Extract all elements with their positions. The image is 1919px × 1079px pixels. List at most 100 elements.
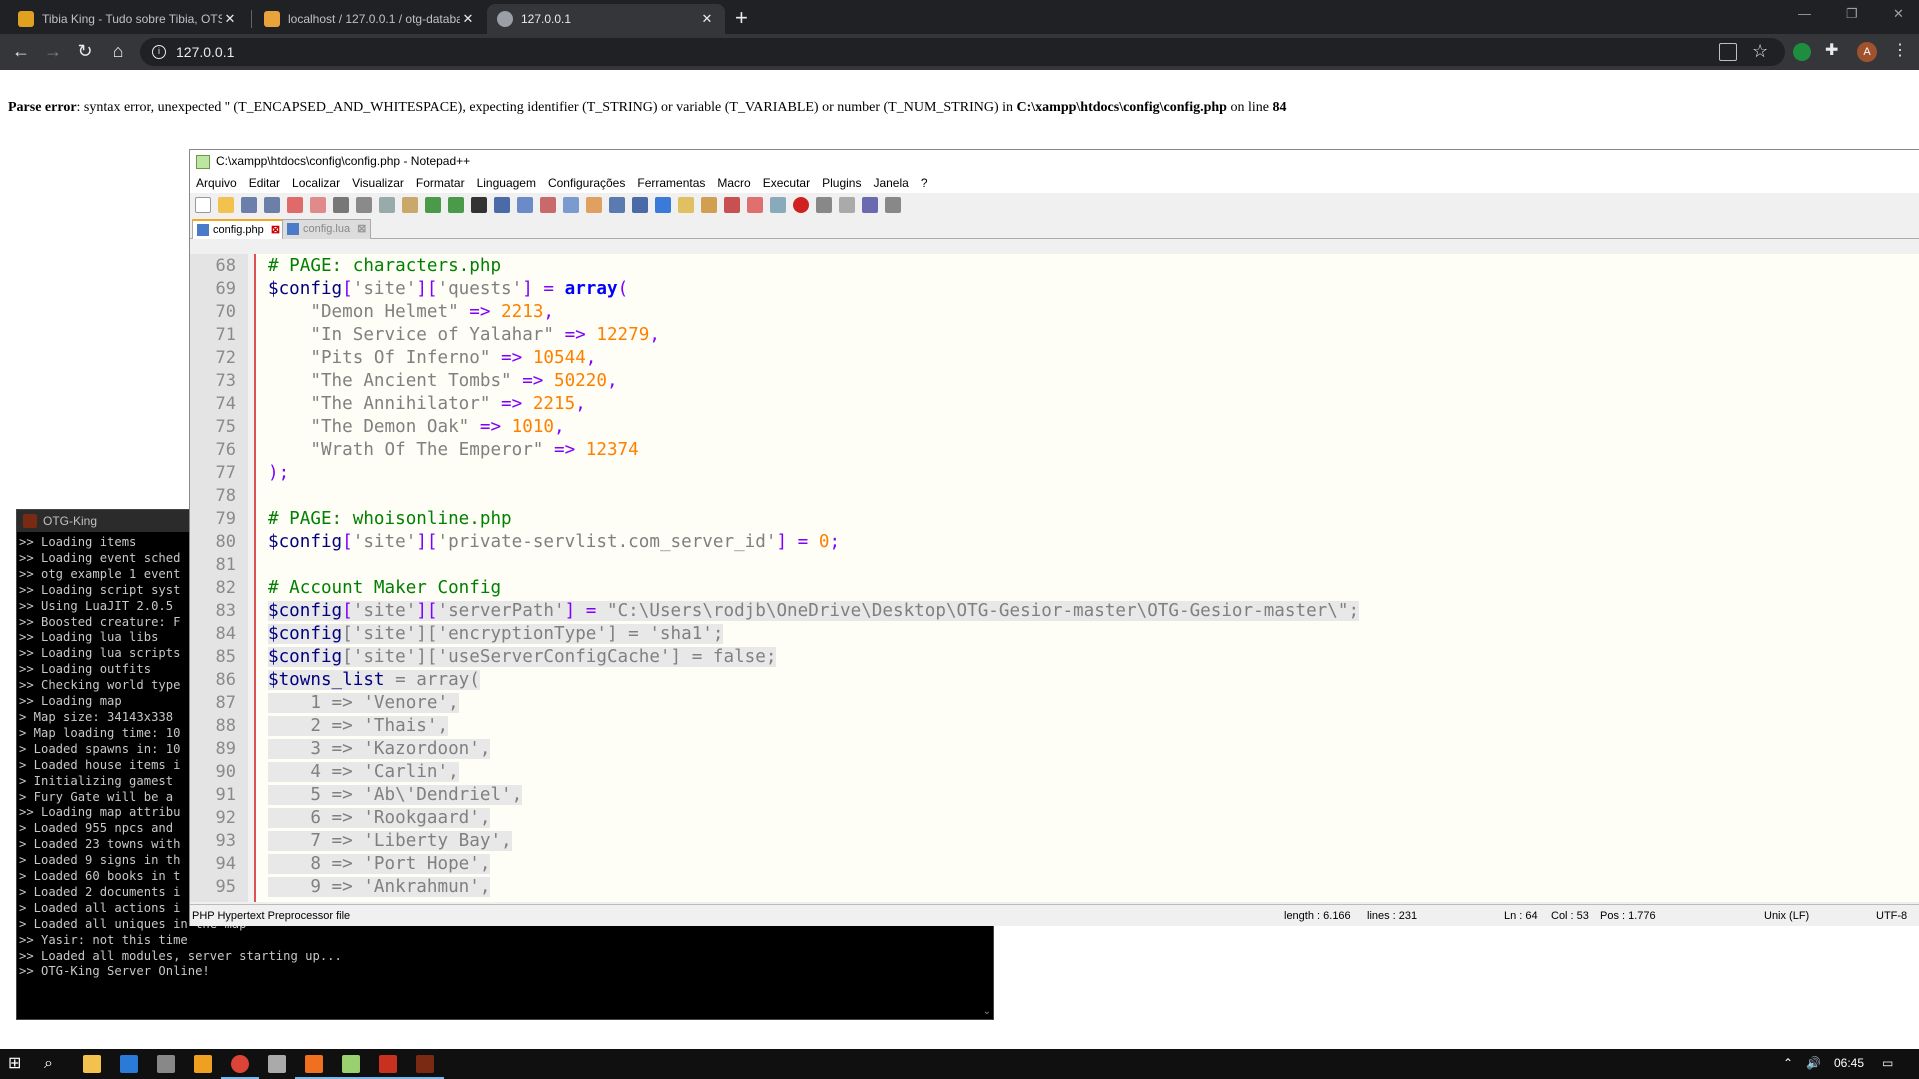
close-tab-icon[interactable]: ✕ — [699, 11, 715, 27]
site-info-icon[interactable]: i — [152, 45, 166, 59]
windows-start-icon[interactable]: ⊞ — [8, 1055, 26, 1073]
notification-icon[interactable]: ▭ — [1882, 1056, 1893, 1070]
close-file-icon[interactable] — [287, 197, 303, 213]
menu-item[interactable]: Macro — [711, 176, 756, 190]
file-explorer-icon[interactable] — [83, 1055, 101, 1073]
menu-item[interactable]: Formatar — [410, 176, 471, 190]
print-icon[interactable] — [333, 197, 349, 213]
menu-kebab-icon[interactable]: ⋮ — [1891, 43, 1909, 61]
reload-icon[interactable]: ↻ — [73, 41, 97, 62]
extensions-puzzle-icon[interactable]: ✚ — [1825, 43, 1843, 61]
translate-icon[interactable] — [1719, 43, 1737, 61]
close-all-icon[interactable] — [310, 197, 326, 213]
stop-macro-icon[interactable] — [816, 197, 832, 213]
menu-item[interactable]: Visualizar — [346, 176, 410, 190]
undo-icon[interactable] — [425, 197, 441, 213]
notepad-icon[interactable] — [268, 1055, 286, 1073]
copy-icon[interactable] — [379, 197, 395, 213]
menu-item[interactable]: Configurações — [542, 176, 631, 190]
browser-tab-phpmyadmin[interactable]: localhost / 127.0.0.1 / otg-database ✕ — [254, 4, 486, 34]
monitoring-icon[interactable] — [770, 197, 786, 213]
line-text: # Account Maker Config — [268, 578, 501, 598]
forward-arrow-icon[interactable]: → — [41, 41, 65, 62]
sync-horizontal-icon[interactable] — [586, 197, 602, 213]
file-tab-config-php[interactable]: config.php ⊠ — [192, 219, 286, 239]
replace-icon[interactable] — [494, 197, 510, 213]
menu-item[interactable]: Linguagem — [471, 176, 542, 190]
menu-item[interactable]: Localizar — [286, 176, 346, 190]
notepad-plus-plus-window[interactable]: C:\xampp\htdocs\config\config.php - Note… — [189, 149, 1919, 926]
otg-king-server-icon[interactable] — [406, 1055, 444, 1079]
minimize-window-icon[interactable]: — — [1798, 6, 1811, 21]
status-encoding[interactable]: UTF-8 — [1876, 905, 1907, 927]
notepad-title-bar[interactable]: C:\xampp\htdocs\config\config.php - Note… — [190, 150, 1919, 173]
close-file-tab-icon[interactable]: ⊠ — [271, 224, 280, 236]
notepad-plus-plus-icon[interactable] — [332, 1055, 370, 1079]
sync-vertical-icon[interactable] — [563, 197, 579, 213]
clock-time[interactable]: 06:45 — [1834, 1056, 1864, 1070]
profile-avatar[interactable]: A — [1857, 42, 1877, 62]
function-list-icon[interactable] — [724, 197, 740, 213]
save-all-icon[interactable] — [264, 197, 280, 213]
play-macro-icon[interactable] — [839, 197, 855, 213]
close-tab-icon[interactable]: ✕ — [460, 11, 476, 27]
indent-guide-icon[interactable] — [655, 197, 671, 213]
new-tab-plus-icon[interactable]: + — [735, 5, 748, 31]
redo-icon[interactable] — [448, 197, 464, 213]
scroll-down-arrow-icon[interactable]: ⌄ — [983, 1006, 991, 1017]
find-icon[interactable] — [471, 197, 487, 213]
cut-icon[interactable] — [356, 197, 372, 213]
xampp-icon[interactable] — [295, 1055, 333, 1079]
calculator-icon[interactable] — [157, 1055, 175, 1073]
show-all-characters-icon[interactable] — [632, 197, 648, 213]
menu-item[interactable]: Plugins — [816, 176, 867, 190]
doc-map-icon[interactable] — [701, 197, 717, 213]
line-number: 80 — [215, 532, 236, 552]
code-token: 12374 — [585, 440, 639, 460]
bookmark-star-icon[interactable]: ☆ — [1752, 42, 1770, 61]
record-macro-icon[interactable] — [793, 197, 809, 213]
close-tab-icon[interactable]: ✕ — [222, 11, 238, 27]
close-window-icon[interactable]: ✕ — [1893, 6, 1904, 22]
run-macro-multiple-icon[interactable] — [862, 197, 878, 213]
zoom-out-icon[interactable] — [540, 197, 556, 213]
status-length: length : 6.166 — [1284, 910, 1351, 922]
file-tab-config-lua[interactable]: config.lua ⊠ — [282, 219, 372, 239]
extension-check-icon[interactable] — [1793, 43, 1811, 61]
search-icon[interactable]: ⌕ — [44, 1055, 62, 1073]
save-macro-icon[interactable] — [885, 197, 901, 213]
back-arrow-icon[interactable]: ← — [9, 41, 33, 62]
paste-icon[interactable] — [402, 197, 418, 213]
language-icon[interactable] — [678, 197, 694, 213]
menu-item[interactable]: Executar — [757, 176, 816, 190]
code-line: "Demon Helmet" => 2213, — [268, 302, 554, 322]
address-bar[interactable]: i 127.0.0.1 — [140, 38, 1785, 66]
menu-item[interactable]: ? — [915, 176, 934, 190]
media-player-icon[interactable] — [194, 1055, 212, 1073]
zoom-in-icon[interactable] — [517, 197, 533, 213]
tibia-client-icon[interactable] — [369, 1055, 407, 1079]
menu-item[interactable]: Janela — [867, 176, 914, 190]
code-editor[interactable]: 68 69 70 71 72 73 74 75 76 77 78 79 80 81 82 83 84 85 86 87… — [190, 254, 1919, 902]
menu-item[interactable]: Arquivo — [190, 176, 243, 190]
folder-workspace-icon[interactable] — [747, 197, 763, 213]
mail-icon[interactable] — [120, 1055, 138, 1073]
browser-tab-tibia-king[interactable]: Tibia King - Tudo sobre Tibia, OTS ✕ — [8, 4, 248, 34]
menu-item[interactable]: Editar — [243, 176, 286, 190]
new-file-icon[interactable] — [195, 197, 211, 213]
save-icon[interactable] — [241, 197, 257, 213]
close-file-tab-icon[interactable]: ⊠ — [357, 223, 366, 235]
home-icon[interactable]: ⌂ — [106, 41, 130, 62]
restore-window-icon[interactable]: ❐ — [1846, 6, 1858, 22]
open-folder-icon[interactable] — [218, 197, 234, 213]
browser-tab-localhost[interactable]: 127.0.0.1 ✕ — [487, 4, 725, 34]
file-saved-icon — [197, 224, 209, 236]
menu-item[interactable]: Ferramentas — [631, 176, 711, 190]
chrome-icon[interactable] — [221, 1055, 259, 1079]
show-hidden-icons-icon[interactable]: ⌃ — [1783, 1056, 1793, 1070]
parse-error-text: : syntax error, unexpected '' (T_ENCAPSE… — [76, 100, 1017, 115]
line-number: 75 — [215, 417, 236, 437]
volume-icon[interactable]: 🔊 — [1806, 1056, 1821, 1070]
word-wrap-icon[interactable] — [609, 197, 625, 213]
status-eol[interactable]: Unix (LF) — [1764, 905, 1809, 927]
